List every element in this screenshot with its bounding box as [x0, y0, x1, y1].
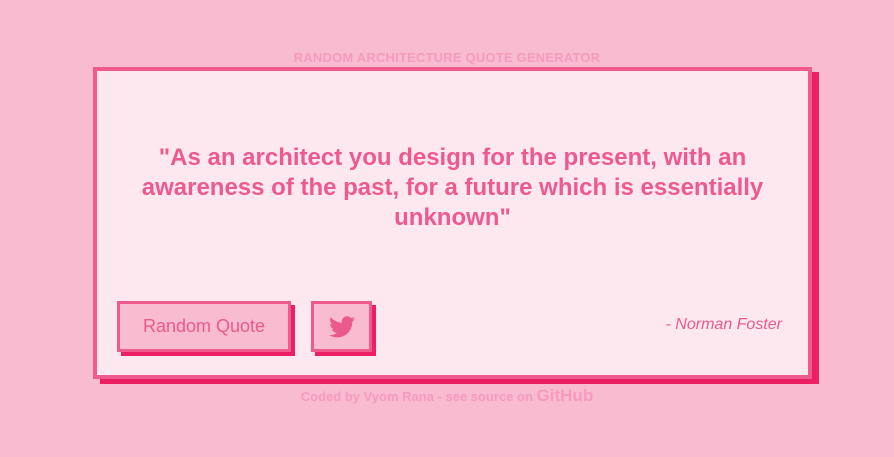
page-title: RANDOM ARCHITECTURE QUOTE GENERATOR — [293, 50, 601, 65]
github-link[interactable]: GitHub — [537, 386, 594, 405]
quote-text: "As an architect you design for the pres… — [141, 144, 764, 231]
quote-author: - Norman Foster — [665, 316, 782, 333]
footer-text: Coded by Vyom Rana - see source on — [300, 389, 537, 404]
twitter-icon — [328, 315, 355, 337]
footer: Coded by Vyom Rana - see source on GitHu… — [0, 386, 894, 406]
random-quote-button[interactable]: Random Quote — [117, 301, 291, 352]
tweet-button[interactable] — [311, 301, 372, 352]
quote-card: "As an architect you design for the pres… — [93, 67, 812, 379]
